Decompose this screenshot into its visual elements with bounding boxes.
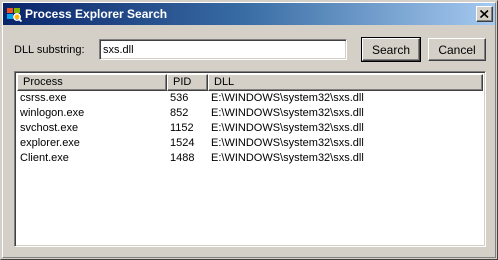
search-button[interactable]: Search (361, 37, 421, 62)
pid-cell: 852 (170, 107, 189, 119)
table-row[interactable]: svchost.exe 1152 E:\WINDOWS\system32\sxs… (17, 121, 483, 136)
dll-substring-label: DLL substring: (14, 44, 85, 56)
table-row[interactable]: winlogon.exe 852 E:\WINDOWS\system32\sxs… (17, 106, 483, 121)
table-row[interactable]: csrss.exe 536 E:\WINDOWS\system32\sxs.dl… (17, 91, 483, 106)
column-header-process[interactable]: Process (17, 74, 167, 91)
pid-cell: 536 (170, 92, 189, 104)
dll-path-cell: E:\WINDOWS\system32\sxs.dll (211, 92, 364, 104)
dll-substring-input[interactable] (99, 39, 347, 60)
pid-cell: 1152 (170, 122, 194, 134)
cancel-button[interactable]: Cancel (428, 38, 486, 61)
process-explorer-app-icon (7, 8, 22, 22)
process-name-cell: winlogon.exe (20, 107, 85, 119)
window-title: Process Explorer Search (25, 7, 168, 21)
results-list[interactable]: Process PID DLL csrss.exe 536 E:\WINDOWS… (14, 71, 486, 247)
dll-path-cell: E:\WINDOWS\system32\sxs.dll (211, 137, 364, 149)
process-name-cell: svchost.exe (20, 122, 79, 134)
search-dialog: Process Explorer Search DLL substring: S… (0, 0, 498, 260)
column-header-pid[interactable]: PID (167, 74, 208, 91)
results-body: csrss.exe 536 E:\WINDOWS\system32\sxs.dl… (17, 91, 483, 166)
table-row[interactable]: explorer.exe 1524 E:\WINDOWS\system32\sx… (17, 136, 483, 151)
column-header-dll[interactable]: DLL (208, 74, 483, 91)
results-header: Process PID DLL (17, 74, 483, 91)
dll-path-cell: E:\WINDOWS\system32\sxs.dll (211, 122, 364, 134)
dll-path-cell: E:\WINDOWS\system32\sxs.dll (211, 152, 364, 164)
process-name-cell: csrss.exe (20, 92, 67, 104)
pid-cell: 1524 (170, 137, 195, 149)
process-name-cell: Client.exe (20, 152, 69, 164)
close-button[interactable] (476, 6, 493, 22)
process-name-cell: explorer.exe (20, 137, 80, 149)
pid-cell: 1488 (170, 152, 195, 164)
table-row[interactable]: Client.exe 1488 E:\WINDOWS\system32\sxs.… (17, 151, 483, 166)
close-icon (480, 10, 489, 18)
title-bar[interactable]: Process Explorer Search (3, 3, 495, 25)
dll-path-cell: E:\WINDOWS\system32\sxs.dll (211, 107, 364, 119)
